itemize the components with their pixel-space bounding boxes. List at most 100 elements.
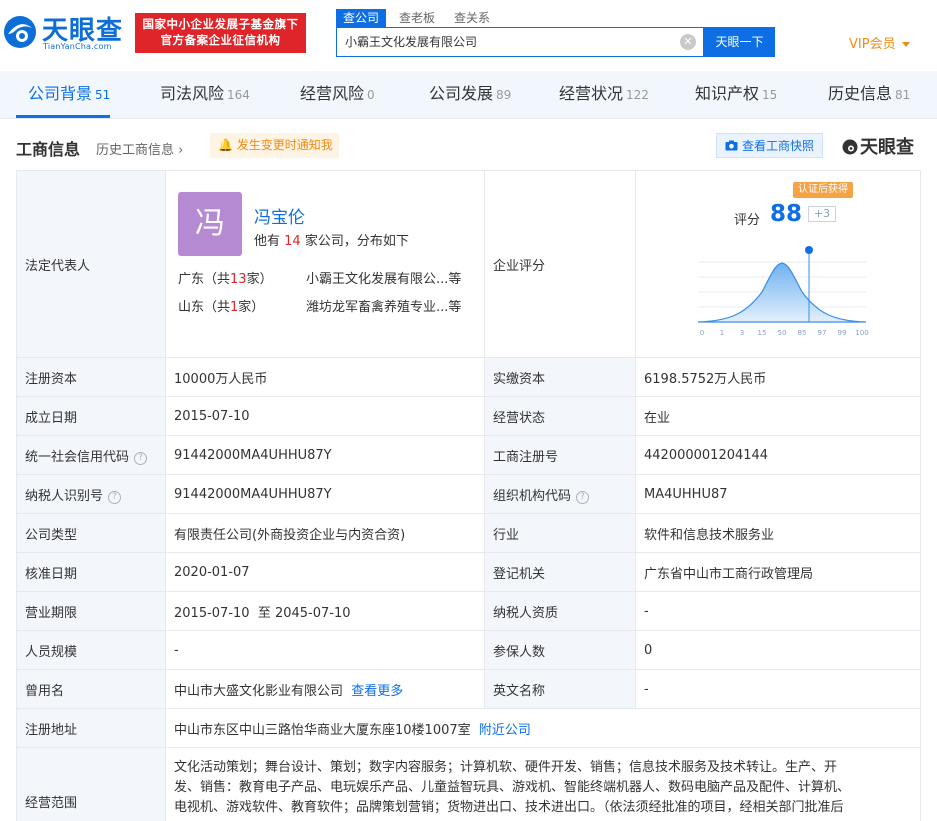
row-label: 人员规模 [16, 630, 166, 670]
nav-active-indicator [16, 115, 110, 118]
nav-tab-count: 81 [895, 88, 911, 102]
history-link-label: 历史工商信息 [96, 143, 175, 158]
see-more-link[interactable]: 查看更多 [351, 684, 403, 699]
help-icon[interactable]: ? [134, 451, 148, 465]
axis-tick-label: 97 [818, 329, 827, 337]
nav-tab-ip[interactable]: 知识产权 15 [695, 71, 777, 119]
nav-tab-label: 公司背景 [28, 84, 93, 103]
legal-rep-name[interactable]: 冯宝伦 [254, 203, 305, 228]
table-row: 人员规模 - 参保人数 0 [16, 630, 921, 670]
row-value: MA4UHHU87 [635, 474, 921, 514]
help-icon[interactable]: ? [108, 490, 122, 504]
row-label: 成立日期 [16, 396, 166, 436]
history-link[interactable]: 历史工商信息 › [96, 139, 183, 158]
region-count: 13 [230, 271, 247, 287]
nav-tab-judicial[interactable]: 司法风险 164 [160, 71, 250, 119]
help-icon[interactable]: ? [576, 490, 590, 504]
desc-post: 家公司，分布如下 [304, 233, 409, 249]
nav-tab-label: 经营状况 [559, 84, 624, 103]
section-title: 工商信息 [16, 140, 81, 159]
table-row: 营业期限 2015-07-10 至 2045-07-10 纳税人资质 - [16, 591, 921, 631]
nav-tab-count: 89 [496, 88, 512, 102]
nav-tab-label: 历史信息 [828, 84, 893, 103]
row-value: 2015-07-10 [165, 396, 485, 436]
scope-line: 电视机、游戏软件、教育软件；品牌策划营销；货物进出口、技术进出口。（依法须经批准… [174, 800, 844, 815]
legal-rep-cell: 冯 冯宝伦 他有 14 家公司，分布如下 广东（共13家） 小霸王文化发展有限公… [165, 170, 485, 358]
row-value: 91442000MA4UHHU87Y [165, 435, 485, 475]
row-value: - [635, 669, 921, 709]
nav-tab-history[interactable]: 历史信息 81 [828, 71, 910, 119]
row-label: 经营范围 [16, 747, 166, 821]
search-box[interactable]: 小霸王文化发展有限公司 ✕ [336, 27, 704, 57]
row-value: 91442000MA4UHHU87Y [165, 474, 485, 514]
scope-line: 发、销售：教育电子产品、电玩娱乐产品、儿童益智玩具、游戏机、智能终端机器人、数码… [174, 780, 851, 795]
axis-tick-label: 3 [740, 329, 744, 337]
close-circle-icon[interactable]: ✕ [680, 34, 696, 50]
row-value: 中山市大盛文化影业有限公司 查看更多 [165, 669, 485, 709]
nav-tab-background[interactable]: 公司背景 51 [28, 71, 110, 119]
row-value: 广东省中山市工商行政管理局 [635, 552, 921, 592]
nav-tab-count: 164 [227, 88, 250, 102]
nav-tab-development[interactable]: 公司发展 89 [429, 71, 511, 119]
auth-tag: 认证后获得 [793, 181, 853, 198]
axis-tick-label: 100 [855, 329, 868, 337]
table-row: 成立日期 2015-07-10 经营状态 在业 [16, 396, 921, 436]
snapshot-button[interactable]: 查看工商快照 [716, 133, 823, 158]
score-distribution-chart: 0 1 3 15 50 85 97 99 100 [697, 245, 869, 337]
row-value: 在业 [635, 396, 921, 436]
region-shandong: 山东（共1家） [178, 296, 264, 315]
row-label: 实缴资本 [484, 357, 636, 397]
row-label: 纳税人资质 [484, 591, 636, 631]
region-pre: 山东（共 [178, 299, 231, 315]
axis-tick-label: 15 [758, 329, 767, 337]
row-label: 公司类型 [16, 513, 166, 553]
row-label: 行业 [484, 513, 636, 553]
score-plus-badge[interactable]: +3 [808, 205, 836, 222]
table-row: 法定代表人 冯 冯宝伦 他有 14 家公司，分布如下 广东（共13家） 小霸王文… [16, 170, 921, 358]
notify-label: 发生变更时通知我 [236, 138, 333, 152]
tianyancha-logo[interactable]: 天眼查 TianYanCha.com [2, 8, 130, 52]
logo-eye-icon [4, 16, 36, 48]
score-value: 88 [770, 200, 803, 227]
region-pre: 广东（共 [178, 271, 231, 287]
legal-rep-desc: 他有 14 家公司，分布如下 [254, 230, 409, 249]
region-guangdong: 广东（共13家） [178, 268, 273, 287]
table-row: 注册地址 中山市东区中山三路怡华商业大厦东座10楼1007室 附近公司 [16, 708, 921, 748]
former-name: 中山市大盛文化影业有限公司 [174, 683, 344, 699]
badge-line2: 官方备案企业征信机构 [160, 33, 281, 47]
nav-tab-count: 0 [367, 88, 375, 102]
desc-pre: 他有 [254, 233, 281, 249]
search-button[interactable]: 天眼一下 [704, 27, 775, 57]
table-row: 纳税人识别号? 91442000MA4UHHU87Y 组织机构代码? MA4UH… [16, 474, 921, 514]
search-tab-relation[interactable]: 查关系 [454, 9, 490, 27]
nav-tab-label: 公司发展 [429, 84, 494, 103]
avatar[interactable]: 冯 [178, 191, 242, 256]
row-value: 2015-07-10 至 2045-07-10 [165, 591, 485, 631]
search-tab-boss[interactable]: 查老板 [399, 9, 435, 27]
notify-button[interactable]: 🔔 发生变更时通知我 [210, 133, 339, 158]
bell-icon: 🔔 [218, 138, 233, 152]
vip-menu[interactable]: VIP会员 [849, 33, 910, 52]
nearby-companies-link[interactable]: 附近公司 [479, 723, 531, 738]
nav-tab-label: 经营风险 [300, 84, 365, 103]
region-company-link[interactable]: 小霸王文化发展有限公...等 [306, 268, 461, 287]
search-input[interactable]: 小霸王文化发展有限公司 [345, 28, 675, 56]
region-post: 家） [246, 271, 273, 287]
company-nav: 公司背景 51 司法风险 164 经营风险 0 公司发展 89 经营状况 122 知识产权… [0, 71, 937, 119]
region-company-link[interactable]: 潍坊龙军畜禽养殖专业...等 [306, 296, 461, 315]
camera-icon [725, 140, 738, 151]
row-value: 2020-01-07 [165, 552, 485, 592]
row-label: 工商注册号 [484, 435, 636, 475]
official-badge: 国家中小企业发展子基金旗下 官方备案企业征信机构 [135, 13, 306, 53]
nav-tab-operation-status[interactable]: 经营状况 122 [559, 71, 649, 119]
axis-tick-label: 99 [838, 329, 847, 337]
score-label: 企业评分 [484, 170, 636, 358]
caret-down-icon [901, 42, 910, 47]
search-tab-company[interactable]: 查公司 [336, 9, 387, 27]
row-label: 注册资本 [16, 357, 166, 397]
nav-tab-operation-risk[interactable]: 经营风险 0 [300, 71, 375, 119]
address-text: 中山市东区中山三路怡华商业大厦东座10楼1007室 [174, 722, 471, 738]
row-value: 0 [635, 630, 921, 670]
row-label: 组织机构代码? [484, 474, 636, 514]
row-label: 注册地址 [16, 708, 166, 748]
